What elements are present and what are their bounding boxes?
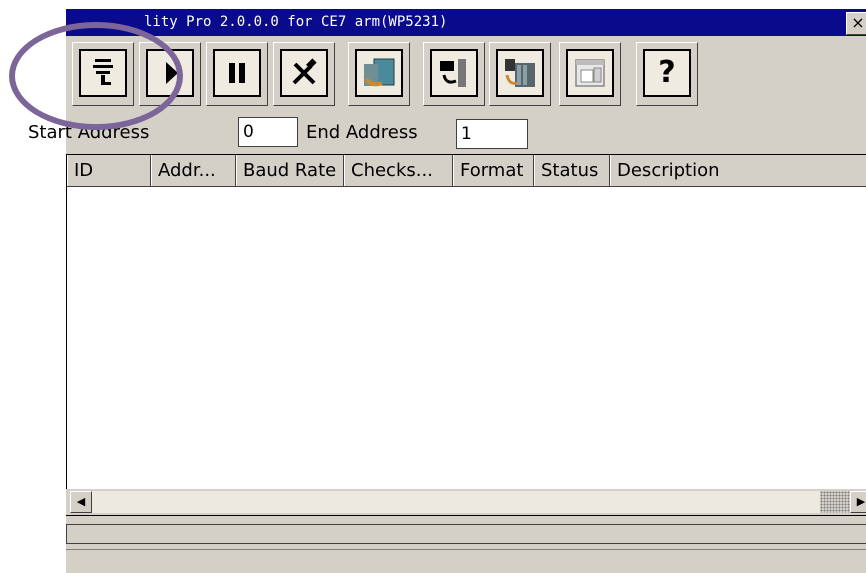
window-settings-button[interactable]	[559, 42, 621, 106]
column-header-baud-rate[interactable]: Baud Rate	[236, 155, 344, 186]
scroll-left-button[interactable]: ◀	[70, 491, 92, 513]
end-address-label: End Address	[306, 122, 418, 143]
help-icon: ?	[643, 49, 691, 97]
column-header-address[interactable]: Addr...	[151, 155, 236, 186]
start-address-input[interactable]: 0	[238, 117, 298, 147]
column-header-description[interactable]: Description	[610, 155, 866, 186]
load-file-icon	[430, 49, 478, 97]
module-list[interactable]: ID Addr... Baud Rate Checks... Format St…	[66, 154, 866, 516]
search-modules-button[interactable]	[72, 42, 134, 106]
column-header-id[interactable]: ID	[67, 155, 151, 186]
start-address-label: Start Address	[28, 122, 150, 143]
pause-button[interactable]	[206, 42, 268, 106]
play-icon	[146, 49, 194, 97]
window-title: lity Pro 2.0.0.0 for CE7 arm(WP5231)	[144, 14, 448, 30]
help-button[interactable]: ?	[636, 42, 698, 106]
column-header-format[interactable]: Format	[453, 155, 534, 186]
start-button[interactable]	[139, 42, 201, 106]
window-settings-icon	[566, 49, 614, 97]
module-rack-icon	[496, 49, 544, 97]
scroll-track[interactable]	[92, 491, 820, 513]
status-bar	[66, 524, 866, 544]
pause-icon	[213, 49, 261, 97]
module-config-icon	[355, 49, 403, 97]
column-header-status[interactable]: Status	[534, 155, 610, 186]
close-button[interactable]: ×	[846, 12, 866, 35]
column-header-checksum[interactable]: Checks...	[344, 155, 453, 186]
scroll-right-button[interactable]: ▶	[850, 491, 866, 513]
tools-button[interactable]	[273, 42, 335, 106]
end-address-input[interactable]: 1	[456, 119, 528, 149]
horizontal-scrollbar[interactable]: ◀ ▶	[66, 489, 866, 515]
list-header: ID Addr... Baud Rate Checks... Format St…	[67, 155, 866, 187]
app-window: lity Pro 2.0.0.0 for CE7 arm(WP5231) × ?…	[28, 9, 866, 573]
module-rack-button[interactable]	[489, 42, 551, 106]
bottom-panel	[66, 549, 866, 573]
load-file-button[interactable]	[423, 42, 485, 106]
title-bar[interactable]: lity Pro 2.0.0.0 for CE7 arm(WP5231) ×	[66, 9, 866, 36]
scroll-track-end[interactable]	[820, 491, 850, 513]
search-module-icon	[79, 49, 127, 97]
module-config-button[interactable]	[348, 42, 410, 106]
tools-icon	[280, 49, 328, 97]
